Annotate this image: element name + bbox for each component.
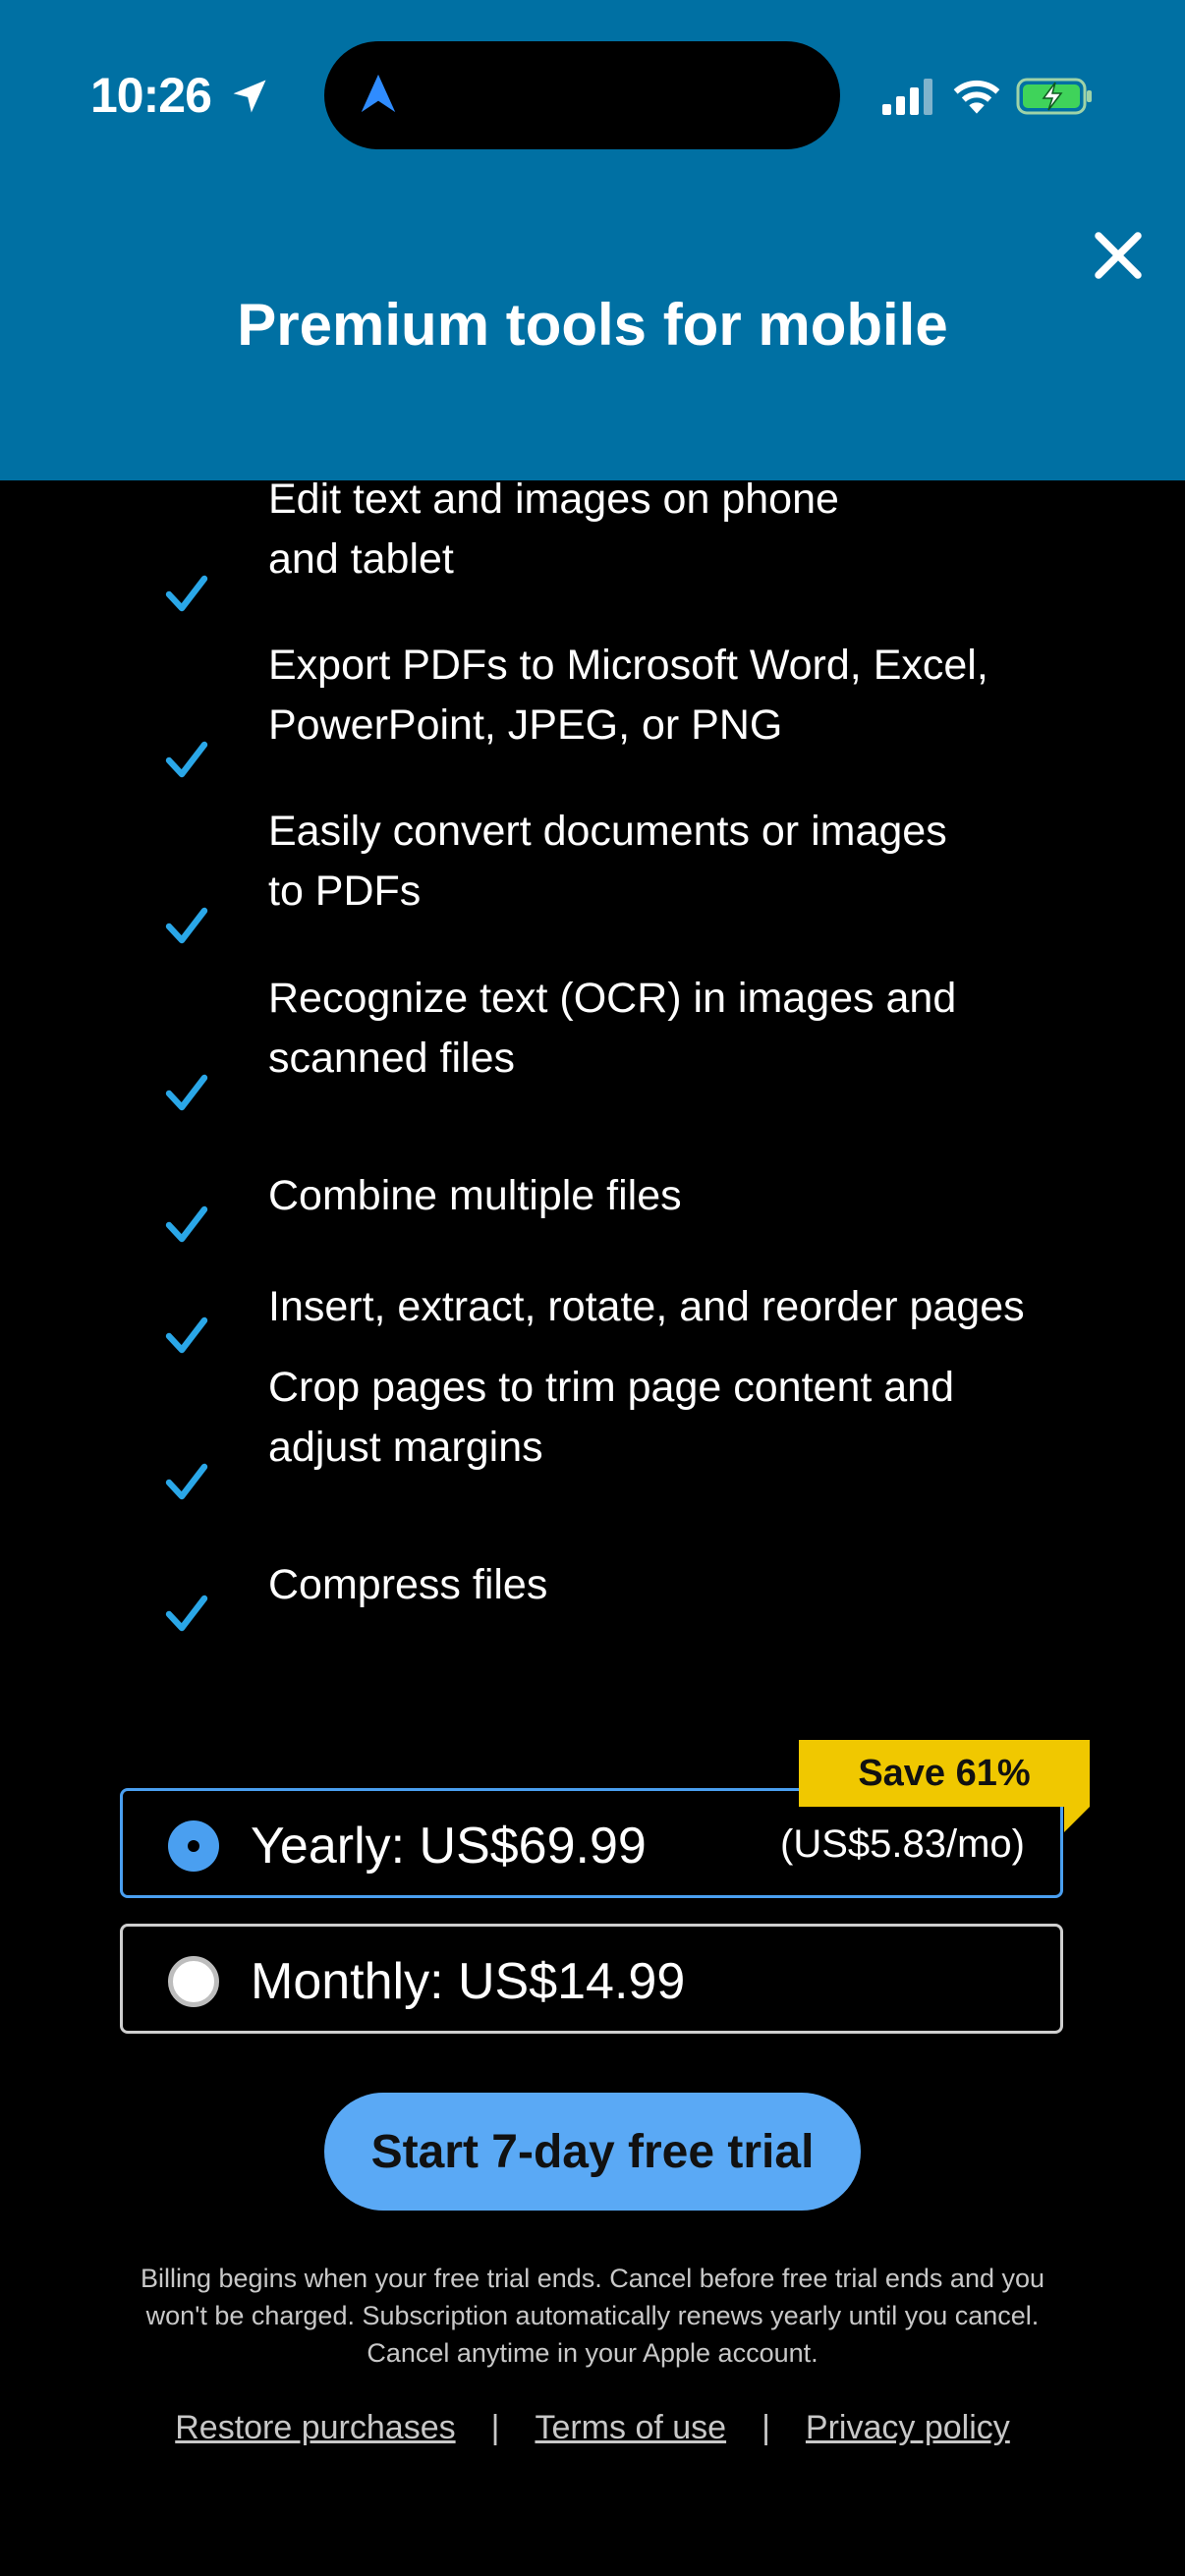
check-icon	[165, 1316, 208, 1354]
feature-text: Insert, extract, rotate, and reorder pag…	[268, 1282, 1025, 1330]
app-arrow-icon	[361, 74, 396, 113]
plan-label: Yearly: US$69.99	[251, 1818, 647, 1875]
check-icon	[165, 1463, 208, 1500]
footer-links: Restore purchases | Terms of use | Priva…	[0, 2409, 1185, 2447]
feature-text: Crop pages to trim page content and adjus…	[268, 1364, 954, 1471]
plan-option-monthly[interactable]: Monthly: US$14.99	[120, 1924, 1063, 2034]
check-icon	[165, 1205, 208, 1243]
privacy-policy-link[interactable]: Privacy policy	[806, 2409, 1010, 2447]
radio-unselected[interactable]	[168, 1956, 219, 2007]
radio-selected[interactable]	[168, 1820, 219, 1872]
close-icon[interactable]	[1089, 226, 1148, 285]
location-arrow-icon	[233, 80, 266, 113]
separator: |	[490, 2409, 500, 2446]
terms-of-use-link[interactable]: Terms of use	[535, 2409, 726, 2447]
feature-text: Export PDFs to Microsoft Word, Excel, Pow…	[268, 642, 988, 749]
battery-charging-icon	[1016, 78, 1092, 115]
check-icon	[165, 907, 208, 944]
status-time: 10:26	[90, 68, 212, 123]
feature-text: Edit text and images on phone and tablet	[268, 476, 839, 583]
feature-text: Combine multiple files	[268, 1171, 682, 1219]
dynamic-island	[324, 41, 840, 149]
feature-text: Recognize text (OCR) in images and scanne…	[268, 975, 957, 1082]
page-title: Premium tools for mobile	[237, 292, 948, 358]
save-badge: Save 61%	[799, 1740, 1090, 1807]
feature-text: Compress files	[268, 1560, 548, 1608]
fine-print-line: Cancel anytime in your Apple account.	[367, 2338, 818, 2368]
separator: |	[762, 2409, 770, 2446]
check-icon	[165, 741, 208, 778]
start-trial-button[interactable]: Start 7-day free trial	[324, 2093, 861, 2211]
plan-monthly-equivalent: (US$5.83/mo)	[780, 1822, 1025, 1866]
check-icon	[165, 1074, 208, 1111]
fine-print-line: won't be charged. Subscription automatic…	[145, 2301, 1040, 2330]
fine-print-line: Billing begins when your free trial ends…	[140, 2264, 1045, 2293]
check-icon	[165, 575, 208, 612]
save-badge-tail	[1064, 1807, 1090, 1832]
check-icon	[165, 1595, 208, 1632]
plan-label: Monthly: US$14.99	[251, 1953, 686, 2010]
billing-fine-print: Billing begins when your free trial ends…	[98, 2260, 1087, 2372]
signal-icon	[882, 79, 932, 115]
feature-text: Easily convert documents or images to PDF…	[268, 808, 947, 915]
header: 10:26 Premium tools for mobile	[0, 0, 1185, 480]
wifi-icon	[953, 80, 1000, 114]
restore-purchases-link[interactable]: Restore purchases	[175, 2409, 455, 2447]
